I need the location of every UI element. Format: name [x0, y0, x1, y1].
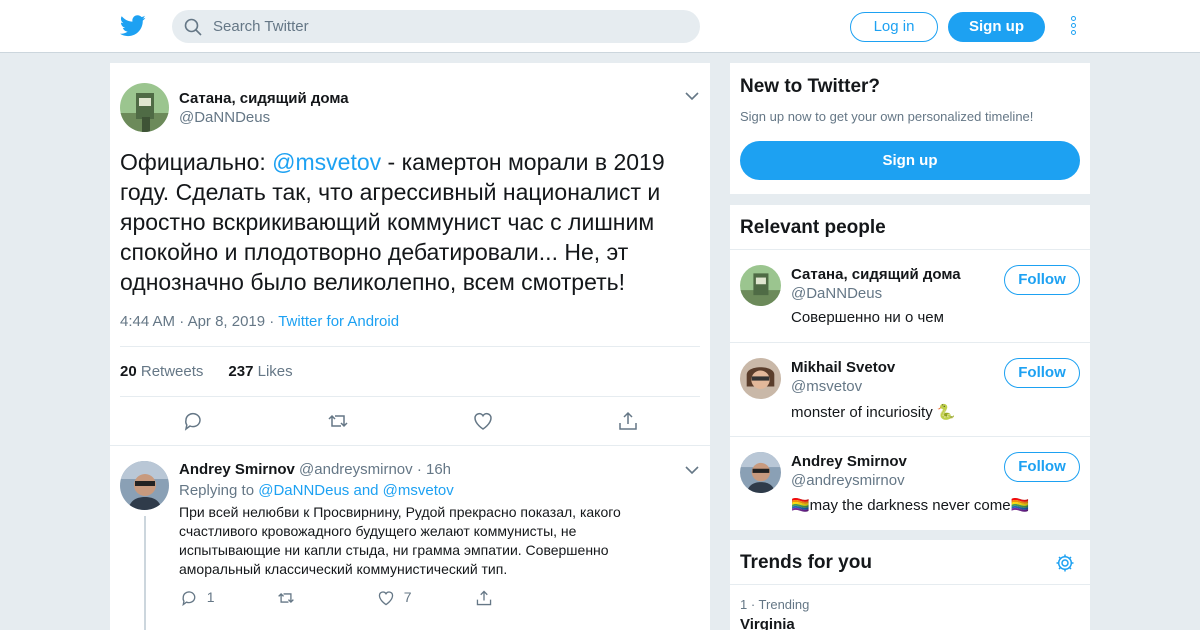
search-input[interactable]: Search Twitter	[172, 10, 700, 43]
reply-age[interactable]: 16h	[426, 461, 451, 478]
person-name[interactable]: Andrey Smirnov	[791, 453, 907, 470]
relevant-people-card: Relevant people Сатана, сидящий дома @Da…	[730, 205, 1090, 530]
thread-line	[144, 516, 146, 630]
reply-action-like[interactable]: 7	[376, 589, 412, 607]
share-icon[interactable]	[617, 410, 639, 432]
search-icon	[184, 18, 202, 36]
trends-card: Trends for you 1 · Trending Virginia	[730, 540, 1090, 630]
person-bio: 🏳️‍🌈may the darkness never come🏳️‍🌈	[791, 497, 1030, 514]
replying-to: Replying to @DaNNDeus and @msvetov	[179, 482, 454, 499]
top-navigation-bar: Search Twitter Log in Sign up	[0, 0, 1200, 53]
twitter-bird-icon[interactable]	[120, 14, 146, 38]
divider	[110, 445, 710, 446]
divider	[730, 342, 1090, 343]
reply-action-share[interactable]	[474, 589, 494, 607]
avatar[interactable]	[740, 452, 781, 493]
like-heart-icon	[378, 591, 394, 606]
divider	[120, 346, 700, 347]
person-handle[interactable]: @DaNNDeus	[791, 285, 882, 302]
mention-link[interactable]: @msvetov	[272, 149, 381, 175]
person-bio: Совершенно ни о чем	[791, 309, 944, 326]
new-to-twitter-card: New to Twitter? Sign up now to get your …	[730, 63, 1090, 194]
signup-button-large[interactable]: Sign up	[740, 141, 1080, 180]
chevron-down-icon[interactable]	[685, 91, 699, 101]
share-icon	[476, 590, 492, 606]
login-button[interactable]: Log in	[850, 12, 938, 42]
reply-action-reply[interactable]: 1	[179, 589, 215, 607]
follow-button[interactable]: Follow	[1004, 265, 1080, 295]
retweet-icon	[278, 593, 294, 604]
tweet-author-name[interactable]: Сатана, сидящий дома	[179, 90, 349, 107]
avatar[interactable]	[740, 265, 781, 306]
trend-topic[interactable]: Virginia	[740, 616, 795, 630]
tweet-date[interactable]: Apr 8, 2019	[188, 313, 266, 330]
tweet-stats: 20 Retweets 237 Likes	[120, 363, 293, 380]
avatar[interactable]	[740, 358, 781, 399]
replying-to-links[interactable]: @DaNNDeus and @msvetov	[258, 482, 454, 499]
gear-icon[interactable]	[1055, 553, 1075, 573]
reply-icon[interactable]	[182, 410, 204, 432]
person-name[interactable]: Сатана, сидящий дома	[791, 266, 961, 283]
reply-text: При всей нелюбви к Просвирнину, Рудой пр…	[179, 504, 621, 577]
chevron-down-icon[interactable]	[685, 465, 699, 475]
tweet-text-part: Официально:	[120, 149, 273, 175]
follow-button[interactable]: Follow	[1004, 452, 1080, 482]
person-handle[interactable]: @andreysmirnov	[791, 472, 905, 489]
likes-stat[interactable]: 237 Likes	[228, 363, 292, 380]
person-handle[interactable]: @msvetov	[791, 378, 862, 395]
tweet-source-link[interactable]: Twitter for Android	[278, 313, 399, 330]
avatar[interactable]	[120, 461, 169, 510]
reply-header: Andrey Smirnov @andreysmirnov · 16h	[179, 461, 452, 478]
follow-button[interactable]: Follow	[1004, 358, 1080, 388]
reply-count: 1	[206, 589, 215, 605]
trend-meta: 1 · Trending	[740, 597, 810, 612]
divider	[730, 249, 1090, 250]
divider	[120, 396, 700, 397]
search-placeholder: Search Twitter	[213, 18, 309, 35]
reply-author-handle[interactable]: @andreysmirnov	[299, 461, 413, 478]
tweet-time[interactable]: 4:44 AM	[120, 313, 175, 330]
new-to-twitter-subtitle: Sign up now to get your own personalized…	[740, 109, 1034, 124]
more-options-icon[interactable]	[1071, 16, 1079, 38]
divider	[730, 584, 1090, 585]
new-to-twitter-title: New to Twitter?	[740, 76, 881, 97]
avatar[interactable]	[120, 83, 169, 132]
replying-to-label: Replying to	[179, 482, 255, 499]
signup-button[interactable]: Sign up	[948, 12, 1045, 42]
reply-action-retweet[interactable]	[276, 589, 296, 607]
like-heart-icon[interactable]	[472, 410, 494, 432]
person-bio: monster of incuriosity 🐍	[791, 404, 956, 421]
tweet-detail-card: Сатана, сидящий дома @DaNNDeus Официальн…	[110, 63, 710, 630]
tweet-author-handle[interactable]: @DaNNDeus	[179, 109, 270, 126]
retweet-icon[interactable]	[327, 410, 349, 432]
relevant-people-title: Relevant people	[740, 217, 886, 238]
tweet-text: Официально: @msvetov - камертон морали в…	[120, 147, 700, 297]
reply-author-name[interactable]: Andrey Smirnov	[179, 461, 295, 478]
divider	[730, 436, 1090, 437]
retweets-stat[interactable]: 20 Retweets	[120, 363, 203, 380]
tweet-timestamp: 4:44 AM · Apr 8, 2019 · Twitter for Andr…	[120, 313, 400, 330]
person-name[interactable]: Mikhail Svetov	[791, 359, 895, 376]
like-count: 7	[403, 589, 412, 605]
trends-title: Trends for you	[740, 552, 872, 573]
reply-icon	[182, 591, 196, 607]
